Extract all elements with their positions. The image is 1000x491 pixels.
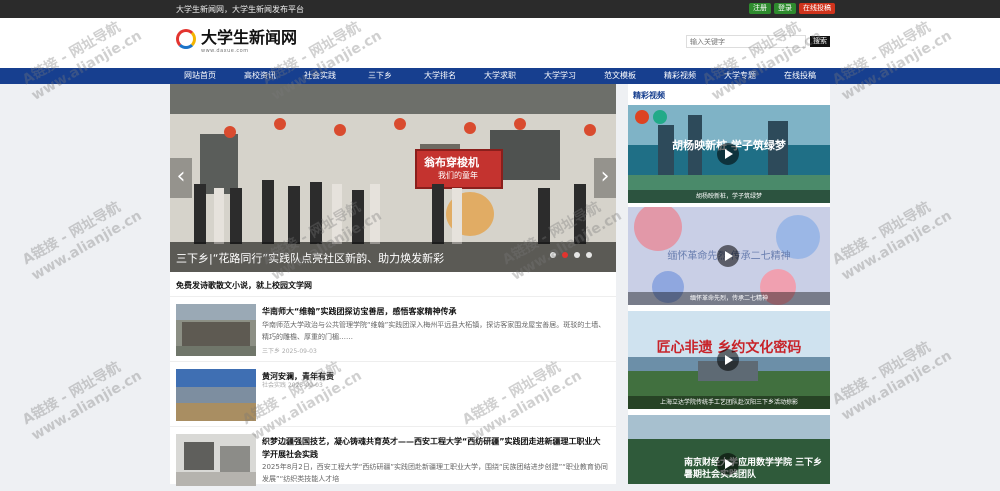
news-list: 华南师大“维翰”实践团探访宝善居，感悟客家精神传承 华南师范大学政治与公共管理学…: [170, 296, 616, 491]
video-caption: 缅怀革命先烈，传承二七精神: [628, 292, 830, 305]
slider-dot[interactable]: [574, 252, 580, 258]
nav-item-social-practice[interactable]: 社会实践: [290, 68, 350, 84]
slider-next-arrow-icon[interactable]: ›: [594, 158, 616, 198]
news-thumbnail[interactable]: [176, 304, 256, 356]
account-buttons: 注册 登录 在线投稿: [749, 3, 835, 14]
site-logo[interactable]: 大学生新闻网 www.daxue.com: [176, 29, 297, 54]
slider-dot-active[interactable]: [562, 252, 568, 258]
slider-dot[interactable]: [550, 252, 556, 258]
nav-item-home[interactable]: 网站首页: [170, 68, 230, 84]
video-sidebar-title: 精彩视频: [633, 91, 665, 100]
slide-caption[interactable]: 三下乡|“花路同行”实践队点亮社区新韵、助力焕发新彩: [176, 250, 444, 266]
nav-item-sanxiaxiang[interactable]: 三下乡: [350, 68, 410, 84]
news-title[interactable]: 华南师大“维翰”实践团探访宝善居，感悟客家精神传承: [262, 305, 608, 318]
register-button[interactable]: 注册: [749, 3, 771, 14]
nav-item-university-ranking[interactable]: 大学排名: [410, 68, 470, 84]
video-sidebar-header: 精彩视频: [628, 84, 830, 106]
play-icon[interactable]: [717, 245, 739, 267]
slider-dot[interactable]: [586, 252, 592, 258]
news-description: 华南师范大学政治与公共管理学院“维翰”实践团深入梅州平远县大柘镇，探访客家围龙屋…: [262, 321, 606, 341]
news-item[interactable]: 黄河安澜，青年有责 社会实践 2025-09-03: [170, 361, 616, 426]
news-item[interactable]: 华南师大“维翰”实践团探访宝善居，感悟客家精神传承 华南师范大学政治与公共管理学…: [170, 296, 616, 361]
nav-item-submit[interactable]: 在线投稿: [770, 68, 830, 84]
submit-article-button[interactable]: 在线投稿: [799, 3, 835, 14]
play-icon[interactable]: [717, 349, 739, 371]
news-description: 2025年8月2日，西安工程大学“西纺研疆”实践团赴新疆理工职业大学，围绕“民族…: [262, 463, 608, 483]
news-meta: 三下乡 2025-09-03: [262, 348, 317, 355]
login-button[interactable]: 登录: [774, 3, 796, 14]
video-caption: 上海立达学院传统手工艺团队赴汉阳三下乡活动掠影: [628, 396, 830, 409]
logo-icon: [176, 29, 196, 49]
video-sidebar: 精彩视频 胡杨映新桩 学子筑绿梦 胡杨映新桩，学子筑绿梦 缅怀革命先烈 传承二七…: [628, 84, 830, 484]
top-bar: 大学生新闻网，大学生新闻发布平台 注册 登录 在线投稿: [0, 0, 1000, 18]
play-icon[interactable]: [717, 453, 739, 475]
site-header: 大学生新闻网 www.daxue.com 搜索: [0, 18, 1000, 68]
news-panel: 免费发诗歌散文小说，就上校园文学网 华南师大“维翰”实践团探访宝善居，感悟客家精…: [170, 272, 616, 486]
slider-prev-arrow-icon[interactable]: ‹: [170, 158, 192, 198]
news-meta: 社会实践 2025-09-03: [262, 382, 323, 389]
nav-item-templates[interactable]: 范文模板: [590, 68, 650, 84]
video-card[interactable]: 胡杨映新桩 学子筑绿梦 胡杨映新桩，学子筑绿梦: [628, 105, 830, 203]
slider-dots: [550, 252, 592, 258]
news-title[interactable]: 织梦边疆强国技艺，凝心铸魂共育英才——西安工程大学“西纺研疆”实践团走进新疆理工…: [262, 435, 608, 461]
nav-item-campus-news[interactable]: 高校资讯: [230, 68, 290, 84]
play-icon[interactable]: [717, 143, 739, 165]
video-card[interactable]: 南京财经大学应用数学学院 三下乡暑期社会实践团队: [628, 415, 830, 484]
wall-text-1: 翁布穿梭机: [424, 156, 479, 169]
hero-slider[interactable]: 翁布穿梭机 我们的童年 三下乡|“花路同行”实践队点亮社区新韵、助力焕发新彩 ‹…: [170, 84, 616, 272]
search-form: 搜索: [686, 35, 830, 48]
logo-url: www.daxue.com: [201, 48, 249, 54]
news-thumbnail[interactable]: [176, 434, 256, 486]
site-slogan: 大学生新闻网，大学生新闻发布平台: [176, 5, 304, 14]
news-item[interactable]: 织梦边疆强国技艺，凝心铸魂共育英才——西安工程大学“西纺研疆”实践团走进新疆理工…: [170, 426, 616, 491]
logo-text: 大学生新闻网: [201, 28, 298, 47]
search-input[interactable]: [686, 35, 806, 48]
wall-text-2: 我们的童年: [438, 171, 478, 180]
nav-item-topics[interactable]: 大学专题: [710, 68, 770, 84]
search-button[interactable]: 搜索: [810, 36, 830, 47]
nav-item-job-seeking[interactable]: 大学求职: [470, 68, 530, 84]
news-heading[interactable]: 免费发诗歌散文小说，就上校园文学网: [176, 280, 312, 291]
news-thumbnail[interactable]: [176, 369, 256, 421]
main-nav: 网站首页 高校资讯 社会实践 三下乡 大学排名 大学求职 大学学习 范文模板 精…: [0, 68, 1000, 84]
nav-item-videos[interactable]: 精彩视频: [650, 68, 710, 84]
video-card[interactable]: 匠心非遗 乡约文化密码 上海立达学院传统手工艺团队赴汉阳三下乡活动掠影: [628, 311, 830, 409]
video-caption: 胡杨映新桩，学子筑绿梦: [628, 190, 830, 203]
nav-item-study[interactable]: 大学学习: [530, 68, 590, 84]
video-card[interactable]: 缅怀革命先烈 传承二七精神 缅怀革命先烈，传承二七精神: [628, 207, 830, 305]
video-overlay-text: 南京财经大学应用数学学院 三下乡暑期社会实践团队: [684, 458, 823, 480]
